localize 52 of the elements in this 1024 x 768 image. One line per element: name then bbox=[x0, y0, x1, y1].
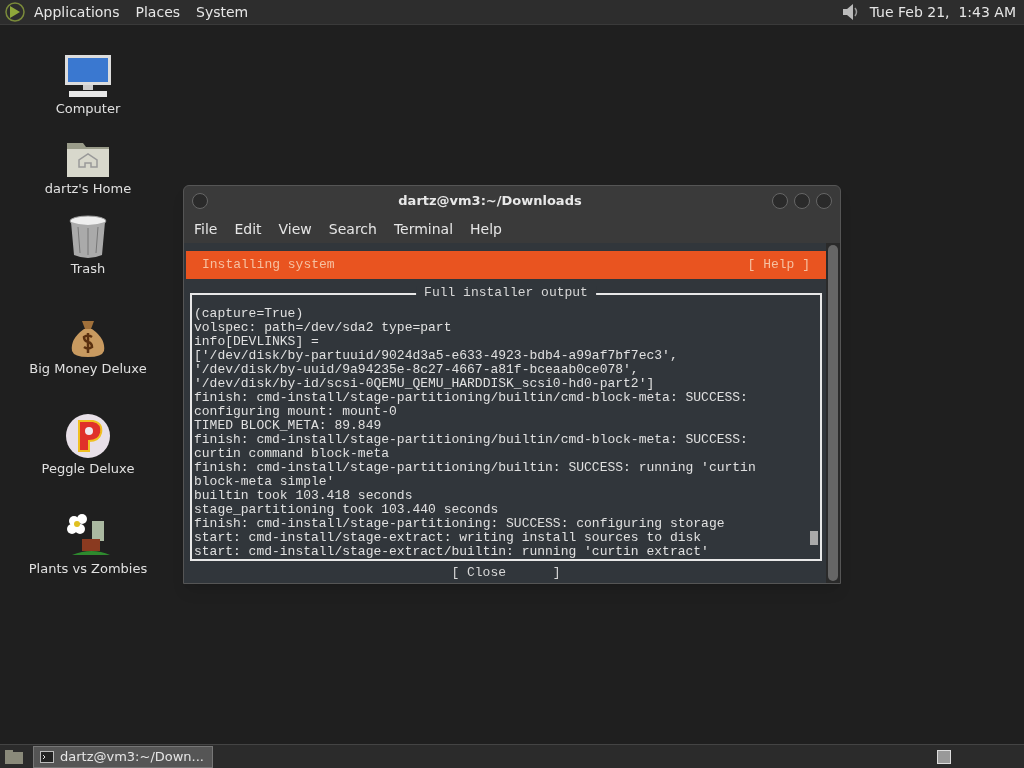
menu-logo-icon[interactable] bbox=[4, 1, 26, 23]
output-line: block-meta simple' bbox=[194, 475, 336, 489]
output-line: volspec: path=/dev/sda2 type=part bbox=[194, 321, 453, 335]
computer-icon bbox=[63, 53, 113, 99]
output-line: configuring mount: mount-0 bbox=[194, 405, 398, 419]
close-icon[interactable] bbox=[816, 192, 832, 209]
output-line: finish: cmd-install/stage-partitioning/builtin/cmd-block-meta: SUCCESS: bbox=[194, 391, 749, 405]
trash-icon bbox=[68, 215, 108, 259]
panel-menu[interactable]: Places bbox=[135, 1, 181, 23]
output-line: builtin took 103.418 seconds bbox=[194, 489, 414, 503]
panel-menu[interactable]: System bbox=[196, 1, 249, 23]
output-line: '/dev/disk/by-id/scsi-0QEMU_QEMU_HARDDISK_scsi0-hd0-part2'] bbox=[194, 377, 656, 391]
menu-item[interactable]: Help bbox=[462, 218, 510, 240]
icon-label: Computer bbox=[55, 100, 121, 118]
menu-item[interactable]: Terminal bbox=[385, 218, 462, 240]
menu-item[interactable]: View bbox=[270, 218, 320, 240]
output-line: '/dev/disk/by-uuid/9a94235e-8c27-4667-a81f-bceaab0ce078', bbox=[194, 363, 640, 377]
show-desktop-icon[interactable] bbox=[3, 747, 25, 766]
output-line: curtin command block-meta bbox=[194, 447, 391, 461]
close-button[interactable]: [ Close ] bbox=[451, 564, 561, 582]
output-title: Full installer output bbox=[416, 286, 596, 300]
scrollbar-thumb[interactable] bbox=[828, 245, 838, 581]
workspace-switcher[interactable] bbox=[937, 749, 951, 764]
taskbar-button[interactable]: dartz@vm3:~/Down... bbox=[33, 745, 213, 768]
output-line: stage_partitioning took 103.440 seconds bbox=[194, 503, 500, 517]
output-line: TIMED BLOCK_META: 89.849 bbox=[194, 419, 383, 433]
window-control-icon[interactable] bbox=[192, 192, 208, 209]
clock[interactable]: Tue Feb 21, 1:43 AM bbox=[869, 1, 1016, 23]
header-title: Installing system bbox=[202, 258, 335, 272]
output-line: start: cmd-install/stage-extract: writing install sources to disk bbox=[194, 531, 703, 545]
maximize-icon[interactable] bbox=[794, 192, 810, 209]
terminal-icon bbox=[40, 750, 54, 763]
menu-item[interactable]: Search bbox=[320, 218, 385, 240]
panel-menu[interactable]: Applications bbox=[34, 1, 120, 23]
output-line: info[DEVLINKS] = bbox=[194, 335, 320, 349]
output-line: finish: cmd-install/stage-partitioning: SUCCESS: configuring storage bbox=[194, 517, 726, 531]
icon-label: Plants vs Zombies bbox=[28, 560, 148, 578]
output-line: (capture=True) bbox=[194, 307, 305, 321]
output-line: finish: cmd-install/stage-partitioning/builtin: SUCCESS: running 'curtin bbox=[194, 461, 757, 475]
menu-item[interactable]: File bbox=[186, 218, 226, 240]
icon-label: Trash bbox=[70, 260, 106, 278]
minimize-icon[interactable] bbox=[772, 192, 788, 209]
output-line: finish: cmd-install/stage-partitioning/builtin/cmd-block-meta: SUCCESS: bbox=[194, 433, 749, 447]
menu-item[interactable]: Edit bbox=[226, 218, 270, 240]
peggle-icon bbox=[65, 413, 111, 459]
scrollbar-thumb[interactable] bbox=[810, 531, 818, 545]
icon-label: dartz's Home bbox=[44, 180, 132, 198]
icon-label: Big Money Deluxe bbox=[29, 360, 147, 378]
window-title: dartz@vm3:~/Downloads bbox=[397, 191, 583, 210]
output-line: ['/dev/disk/by-partuuid/9024d3a5-e633-4923-bdb4-a99af7bf7ec3', bbox=[194, 349, 679, 363]
output-line: start: cmd-install/stage-extract/builtin: running 'curtin extract' bbox=[194, 545, 710, 559]
icon-label: Peggle Deluxe bbox=[41, 460, 135, 478]
